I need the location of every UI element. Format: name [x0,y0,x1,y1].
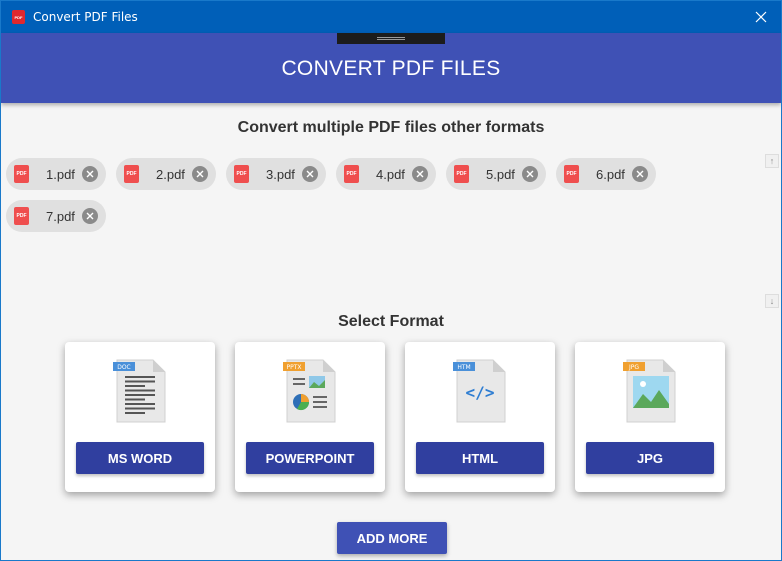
svg-text:</>: </> [466,383,495,402]
doc-file-icon: DOC [113,359,166,423]
pdf-icon-text: PDF [566,171,577,177]
window-title: Convert PDF Files [33,10,138,24]
pdf-icon-text: PDF [236,171,247,177]
file-chip: PDF 6.pdf [556,158,656,190]
pdf-file-icon: PDF [344,165,359,183]
remove-file-button[interactable] [302,166,318,182]
remove-file-button[interactable] [412,166,428,182]
scroll-up-button[interactable]: ↑ [765,154,779,168]
file-name: 1.pdf [46,167,75,182]
pdf-icon-text: PDF [16,171,27,177]
format-card[interactable]: PPTX POWERPOINT [235,342,385,492]
file-chip: PDF 2.pdf [116,158,216,190]
remove-file-button[interactable] [192,166,208,182]
remove-file-button[interactable] [82,208,98,224]
remove-file-button[interactable] [522,166,538,182]
convert-format-button[interactable]: MS WORD [76,442,204,474]
pdf-app-icon: PDF [12,10,25,24]
file-chip: PDF 1.pdf [6,158,106,190]
pdf-icon-text: PDF [456,171,467,177]
file-name: 7.pdf [46,209,75,224]
close-circle-icon [416,170,424,178]
format-card[interactable]: JPG JPG [575,342,725,492]
drag-handle[interactable] [337,33,445,44]
pdf-file-icon: PDF [564,165,579,183]
page-title: CONVERT PDF FILES [281,57,501,80]
pdf-icon-text: PDF [126,171,137,177]
file-name: 4.pdf [376,167,405,182]
convert-format-button[interactable]: JPG [586,442,714,474]
file-badge-text: HTM [457,364,470,371]
arrow-up-icon: ↑ [769,156,775,166]
close-circle-icon [196,170,204,178]
app-icon-text: PDF [14,14,23,20]
remove-file-button[interactable] [82,166,98,182]
pdf-icon-text: PDF [346,171,357,177]
pdf-file-icon: PDF [14,165,29,183]
format-heading: Select Format [338,313,444,330]
close-circle-icon [636,170,644,178]
file-name: 5.pdf [486,167,515,182]
pdf-file-icon: PDF [454,165,469,183]
file-name: 2.pdf [156,167,185,182]
file-chip: PDF 3.pdf [226,158,326,190]
format-card[interactable]: DOC MS WORD [65,342,215,492]
format-card-list: DOC MS WORD PPTX POWERPOINT HTM </> HTML JPG JPG [65,342,725,492]
file-badge-text: JPG [628,364,639,371]
title-bar[interactable]: PDF Convert PDF Files [1,1,781,33]
grip-icon [377,37,405,40]
close-circle-icon [526,170,534,178]
convert-format-button[interactable]: HTML [416,442,544,474]
pdf-icon-text: PDF [16,213,27,219]
close-circle-icon [306,170,314,178]
file-name: 6.pdf [596,167,625,182]
app-header: CONVERT PDF FILES [1,33,781,103]
file-chip: PDF 4.pdf [336,158,436,190]
close-button[interactable] [747,1,775,33]
jpg-file-icon: JPG [623,359,676,423]
file-name: 3.pdf [266,167,295,182]
scroll-down-button[interactable]: ↓ [765,294,779,308]
close-icon [755,11,767,23]
pdf-file-icon: PDF [124,165,139,183]
file-chip-list: PDF 1.pdf PDF 2.pdf PDF 3.pdf PDF 4.pdf PDF 5.pdf… [6,158,756,232]
file-chip: PDF 5.pdf [446,158,546,190]
close-circle-icon [86,170,94,178]
add-more-button[interactable]: ADD MORE [337,522,447,554]
html-file-icon: HTM </> [453,359,506,423]
pdf-file-icon: PDF [234,165,249,183]
format-card[interactable]: HTM </> HTML [405,342,555,492]
file-badge-text: DOC [117,364,131,371]
convert-format-button[interactable]: POWERPOINT [246,442,374,474]
pdf-file-icon: PDF [14,207,29,225]
file-badge-text: PPTX [286,364,301,371]
remove-file-button[interactable] [632,166,648,182]
arrow-down-icon: ↓ [769,296,775,306]
app-window: PDF Convert PDF Files CONVERT PDF FILES … [0,0,782,561]
files-heading: Convert multiple PDF files other formats [237,119,545,136]
pptx-file-icon: PPTX [283,359,336,423]
close-circle-icon [86,212,94,220]
file-chip: PDF 7.pdf [6,200,106,232]
